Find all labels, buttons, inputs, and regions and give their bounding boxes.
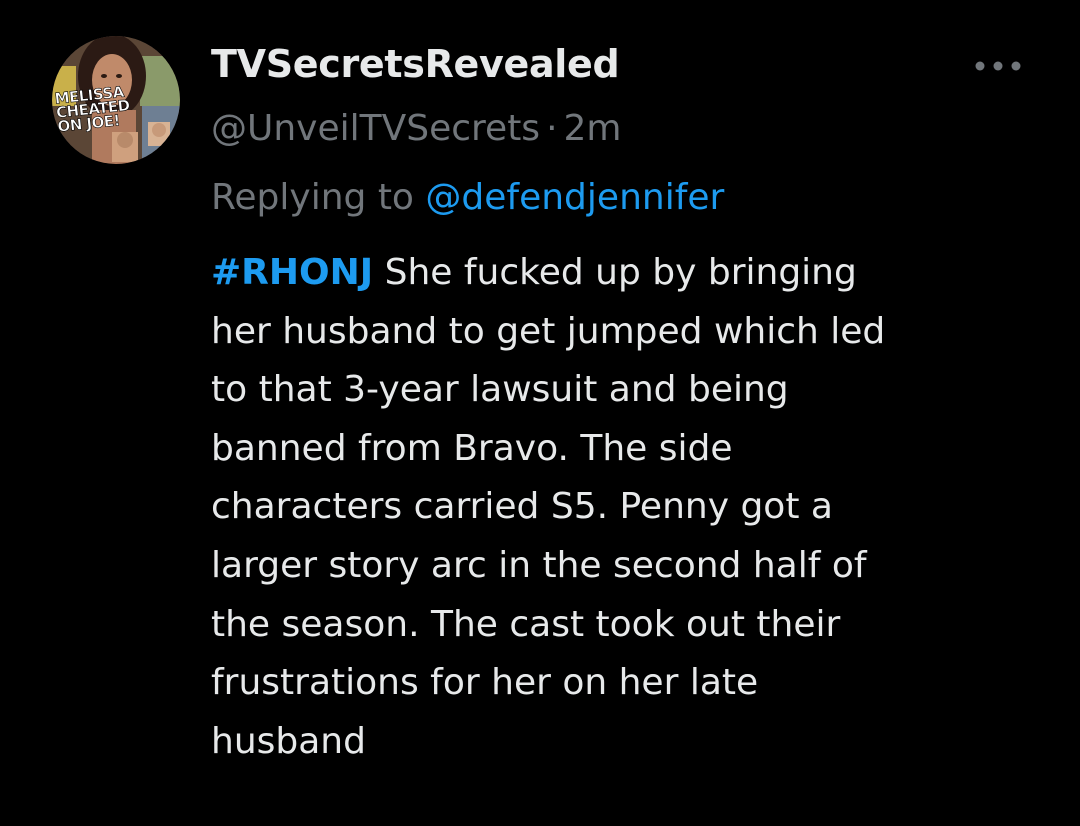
tweet-text-line: the season. The cast took out their xyxy=(211,603,841,645)
replying-to: Replying to @defendjennifer xyxy=(211,175,724,221)
tweet-text-line: banned from Bravo. The side xyxy=(211,427,733,469)
user-handle[interactable]: @UnveilTVSecrets xyxy=(211,108,540,149)
more-options-button[interactable] xyxy=(968,48,1028,84)
tweet[interactable]: MELISSA CHEATED ON JOE! TVSecretsReveale… xyxy=(0,0,1080,826)
avatar-caption: MELISSA CHEATED ON JOE! xyxy=(53,82,138,136)
replying-to-label: Replying to xyxy=(211,177,414,218)
tweet-text-line: to that 3-year lawsuit and being xyxy=(211,369,789,411)
reply-mention-link[interactable]: @defendjennifer xyxy=(425,177,724,218)
timestamp[interactable]: 2m xyxy=(564,108,622,149)
tweet-text-line: larger story arc in the second half of xyxy=(211,544,867,586)
more-horizontal-icon xyxy=(975,61,1021,71)
tweet-text-segment: She fucked up by bringing xyxy=(384,252,857,293)
hashtag-link[interactable]: #RHONJ xyxy=(211,252,373,293)
tweet-text-line: frustrations for her on her late xyxy=(211,662,759,704)
tweet-text-line: her husband to get jumped which led xyxy=(211,310,886,352)
display-name[interactable]: TVSecretsRevealed xyxy=(211,40,620,88)
separator-dot: · xyxy=(546,108,558,149)
tweet-text-line: characters carried S5. Penny got a xyxy=(211,486,833,528)
handle-row: @UnveilTVSecrets · 2m xyxy=(211,106,622,152)
tweet-text-line: husband xyxy=(211,720,366,762)
avatar[interactable]: MELISSA CHEATED ON JOE! xyxy=(52,36,180,164)
tweet-text-line: #RHONJ She fucked up by bringing xyxy=(211,244,1051,303)
tweet-text: #RHONJ She fucked up by bringing her hus… xyxy=(211,244,1051,771)
